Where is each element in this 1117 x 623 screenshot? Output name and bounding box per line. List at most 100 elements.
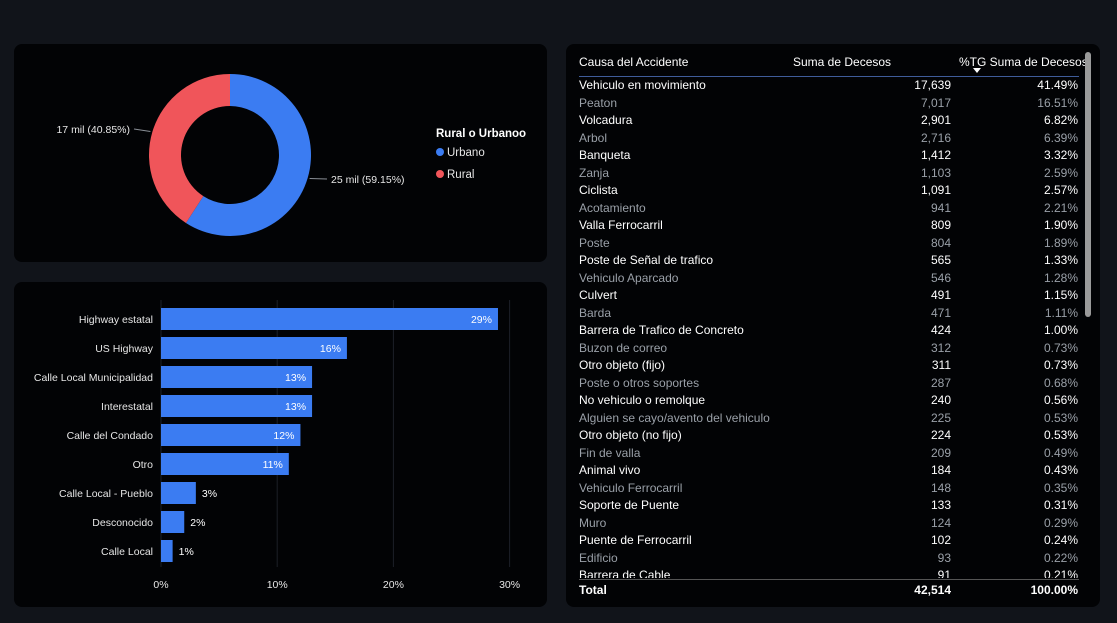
table-row[interactable]: Barda 471 1.11% (579, 305, 1079, 323)
table-row[interactable]: Alguien se cayo/avento del vehiculo 225 0.… (579, 410, 1079, 428)
cell-causa: Peaton (579, 95, 618, 110)
table-row[interactable]: Banqueta 1,412 3.32% (579, 147, 1079, 165)
header-suma-decesos[interactable]: Suma de Decesos (793, 55, 891, 69)
table-row[interactable]: Fin de valla 209 0.49% (579, 445, 1079, 463)
x-tick-label: 30% (499, 579, 520, 591)
table-row[interactable]: Poste de Señal de trafico 565 1.33% (579, 252, 1079, 270)
table-row[interactable]: Acotamiento 941 2.21% (579, 200, 1079, 218)
cell-pct: 2.57% (1043, 183, 1078, 197)
x-tick-label: 0% (153, 579, 168, 591)
x-tick-label: 20% (383, 579, 404, 591)
table-scrollbar[interactable] (1084, 52, 1092, 599)
cell-pct: 3.32% (1043, 148, 1078, 162)
table-row[interactable]: Barrera de Trafico de Concreto 424 1.00% (579, 322, 1079, 340)
cell-pct: 2.59% (1043, 165, 1078, 180)
bar-value-label: 13% (285, 372, 306, 384)
table-row[interactable]: Barrera de Cable 91 0.21% (579, 567, 1079, 578)
table-row[interactable]: Valla Ferrocarril 809 1.90% (579, 217, 1079, 235)
cell-pct: 0.31% (1043, 498, 1078, 512)
table-row[interactable]: Zanja 1,103 2.59% (579, 165, 1079, 183)
table-row[interactable]: Edificio 93 0.22% (579, 550, 1079, 568)
bar[interactable] (161, 511, 185, 533)
cell-pct: 0.43% (1043, 463, 1078, 477)
cell-pct: 0.35% (1043, 480, 1078, 495)
bar-chart[interactable]: 0% 10% 20% 30% Highway estatal 29% US Highway 1… (14, 282, 547, 607)
y-category-label: US Highway (95, 343, 154, 355)
header-causa[interactable]: Causa del Accidente (579, 55, 688, 69)
bar-value-label: 11% (263, 459, 283, 471)
cell-pct: 0.73% (1043, 340, 1078, 355)
cell-causa: Animal vivo (579, 463, 641, 477)
cell-suma: 424 (930, 323, 951, 337)
cell-suma: 546 (930, 270, 951, 285)
table-row[interactable]: No vehiculo o remolque 240 0.56% (579, 392, 1079, 410)
cell-causa: Zanja (579, 165, 610, 180)
table-row[interactable]: Vehiculo en movimiento 17,639 41.49% (579, 77, 1079, 95)
cell-pct: 6.39% (1043, 130, 1078, 145)
bar-value-label: 13% (285, 401, 306, 413)
cell-suma: 941 (930, 200, 951, 215)
bar[interactable] (161, 540, 173, 562)
header-pct-decesos[interactable]: %TG Suma de Decesos (959, 55, 1088, 69)
table-row[interactable]: Buzon de correo 312 0.73% (579, 340, 1079, 358)
y-category-label: Calle Local (101, 546, 153, 558)
table-row[interactable]: Arbol 2,716 6.39% (579, 130, 1079, 148)
cell-causa: Vehiculo Ferrocarril (579, 480, 683, 495)
cell-causa: Buzon de correo (579, 340, 668, 355)
table-row[interactable]: Culvert 491 1.15% (579, 287, 1079, 305)
cell-causa: Poste de Señal de trafico (579, 253, 714, 267)
cell-causa: No vehiculo o remolque (579, 393, 706, 407)
cell-suma: 102 (930, 533, 951, 547)
y-category-label: Calle Local Municipalidad (34, 372, 153, 384)
cell-pct: 0.73% (1043, 358, 1078, 372)
cell-pct: 0.49% (1043, 445, 1078, 460)
cell-suma: 17,639 (914, 78, 951, 92)
bar-value-label: 1% (179, 546, 194, 558)
cell-suma: 2,716 (920, 130, 951, 145)
donut-chart[interactable]: 25 mil (59.15%) 17 mil (40.85%) Rural o Ur… (14, 44, 547, 262)
bar[interactable] (161, 482, 196, 504)
cell-suma: 209 (930, 445, 951, 460)
cell-causa: Valla Ferrocarril (579, 218, 663, 232)
table-row[interactable]: Vehiculo Ferrocarril 148 0.35% (579, 480, 1079, 498)
cell-causa: Soporte de Puente (579, 498, 680, 512)
table-row[interactable]: Soporte de Puente 133 0.31% (579, 497, 1079, 515)
table-row[interactable]: Vehiculo Aparcado 546 1.28% (579, 270, 1079, 288)
table-row[interactable]: Puente de Ferrocarril 102 0.24% (579, 532, 1079, 550)
cell-suma: 91 (937, 568, 951, 578)
x-tick-label: 10% (267, 579, 288, 591)
table-row[interactable]: Poste o otros soportes 287 0.68% (579, 375, 1079, 393)
table-row[interactable]: Muro 124 0.29% (579, 515, 1079, 533)
cell-suma: 1,091 (920, 183, 951, 197)
table-row[interactable]: Animal vivo 184 0.43% (579, 462, 1079, 480)
cell-causa: Volcadura (579, 113, 633, 127)
table-row[interactable]: Otro objeto (no fijo) 224 0.53% (579, 427, 1079, 445)
legend-label-urbano[interactable]: Urbano (447, 147, 485, 159)
legend-label-rural[interactable]: Rural (447, 169, 474, 181)
cell-pct: 1.15% (1043, 288, 1078, 302)
cell-suma: 124 (930, 515, 951, 530)
cell-suma: 225 (930, 410, 951, 425)
donut-leader-line (133, 128, 151, 132)
cell-pct: 41.49% (1037, 78, 1078, 92)
cell-suma: 311 (931, 358, 951, 372)
sort-descending-icon[interactable] (973, 68, 981, 73)
table-row[interactable]: Ciclista 1,091 2.57% (579, 182, 1079, 200)
y-category-label: Highway estatal (79, 314, 153, 326)
cell-pct: 0.53% (1043, 410, 1078, 425)
donut-data-label: 17 mil (40.85%) (56, 124, 130, 136)
bar[interactable] (161, 308, 498, 330)
donut-slice-rural[interactable] (148, 74, 230, 223)
cell-pct: 1.00% (1043, 323, 1078, 337)
table-row[interactable]: Volcadura 2,901 6.82% (579, 112, 1079, 130)
bar-value-label: 2% (190, 517, 205, 529)
cell-causa: Alguien se cayo/avento del vehiculo (579, 410, 770, 425)
table-row[interactable]: Peaton 7,017 16.51% (579, 95, 1079, 113)
cell-causa: Poste (579, 235, 610, 250)
scrollbar-thumb[interactable] (1085, 52, 1091, 317)
table-row[interactable]: Otro objeto (fijo) 311 0.73% (579, 357, 1079, 375)
table-row[interactable]: Poste 804 1.89% (579, 235, 1079, 253)
cell-pct: 2.21% (1043, 200, 1078, 215)
cell-causa: Puente de Ferrocarril (579, 533, 692, 547)
cell-suma: 809 (930, 218, 951, 232)
